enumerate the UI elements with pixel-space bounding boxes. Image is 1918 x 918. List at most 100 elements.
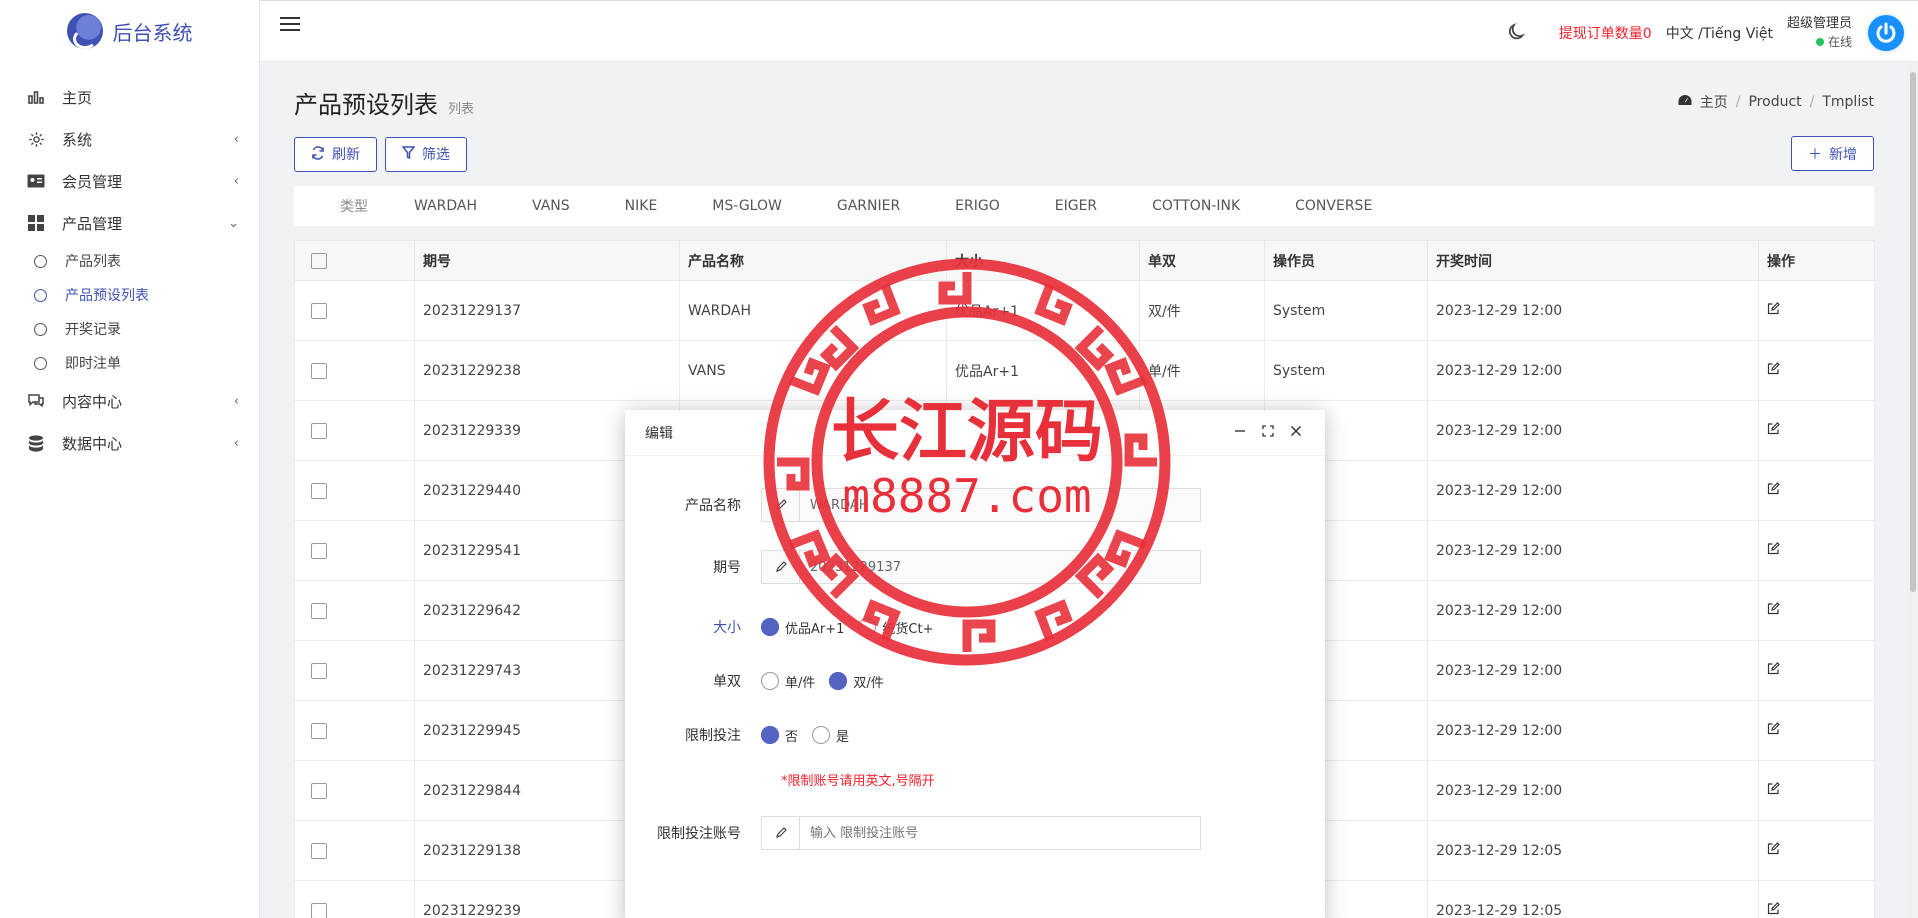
filter-button[interactable]: 筛选 <box>385 136 467 172</box>
refresh-button[interactable]: 刷新 <box>294 136 377 172</box>
product-submenu: 产品列表 产品预设列表 开奖记录 即时注单 <box>0 244 259 380</box>
col-header-product[interactable]: 产品名称 <box>679 240 947 281</box>
row-select-cell <box>294 280 415 341</box>
row-checkbox[interactable] <box>311 902 327 918</box>
size-radio-bulk[interactable]: 统货Ct+ <box>858 618 933 637</box>
col-header-operator[interactable]: 操作员 <box>1264 240 1428 281</box>
sidebar-item-home[interactable]: 主页 <box>0 76 259 118</box>
type-item[interactable]: GARNIER <box>837 198 900 214</box>
col-header-size[interactable]: 大小 <box>946 240 1140 281</box>
type-item[interactable]: ERIGO <box>955 198 1000 214</box>
row-checkbox[interactable] <box>311 842 327 859</box>
language-switch[interactable]: 中文 /Tiếng Việt <box>1666 23 1773 43</box>
cell-actions <box>1758 580 1875 641</box>
type-item[interactable]: CONVERSE <box>1295 198 1372 214</box>
odd-radio-single[interactable]: 单/件 <box>761 672 815 691</box>
cell-actions <box>1758 280 1875 341</box>
type-item[interactable]: WARDAH <box>414 198 477 214</box>
user-info[interactable]: 超级管理员 在线 <box>1787 15 1852 51</box>
sidebar-item-system[interactable]: 系统 ‹ <box>0 118 259 160</box>
period-field[interactable] <box>761 550 1201 584</box>
row-checkbox[interactable] <box>311 362 327 379</box>
type-item[interactable]: VANS <box>532 198 570 214</box>
page-scrollbar[interactable] <box>1908 62 1918 918</box>
edit-icon[interactable] <box>1767 662 1781 676</box>
sidebar-item-products[interactable]: 产品管理 ⌄ <box>0 202 259 244</box>
row-checkbox[interactable] <box>311 602 327 619</box>
grid-icon <box>26 213 46 233</box>
brand[interactable]: 后台系统 <box>0 0 259 62</box>
sidebar-item-data[interactable]: 数据中心 ‹ <box>0 422 259 464</box>
edit-icon[interactable] <box>1767 302 1781 316</box>
row-checkbox[interactable] <box>311 722 327 739</box>
close-icon[interactable] <box>1289 424 1303 438</box>
chevron-left-icon: ‹ <box>233 173 239 189</box>
row-select-cell <box>294 700 415 761</box>
edit-icon[interactable] <box>1767 602 1781 616</box>
chevron-left-icon: ‹ <box>233 435 239 451</box>
sidebar-item-label: 主页 <box>62 88 93 107</box>
sidebar-subitem-product-list[interactable]: 产品列表 <box>0 244 259 278</box>
form-row-limit: 限制投注 否 是 <box>625 725 863 745</box>
cell-period: 20231229137 <box>414 280 680 341</box>
type-item[interactable]: COTTON-INK <box>1152 198 1240 214</box>
col-header-draw-time[interactable]: 开奖时间 <box>1427 240 1759 281</box>
odd-radio-double[interactable]: 双/件 <box>829 672 884 691</box>
select-all-checkbox[interactable] <box>311 252 327 269</box>
circle-icon <box>34 288 47 302</box>
hamburger-menu-icon[interactable] <box>280 17 300 33</box>
type-item[interactable]: EIGER <box>1055 198 1097 214</box>
edit-icon[interactable] <box>1767 362 1781 376</box>
sidebar-item-members[interactable]: 会员管理 ‹ <box>0 160 259 202</box>
breadcrumb-home[interactable]: 主页 <box>1700 92 1728 112</box>
limit-account-field[interactable] <box>761 816 1201 850</box>
edit-icon[interactable] <box>1767 842 1781 856</box>
sidebar-subitem-product-preset[interactable]: 产品预设列表 <box>0 278 259 312</box>
row-checkbox[interactable] <box>311 542 327 559</box>
pencil-icon <box>762 489 800 521</box>
period-input[interactable] <box>800 552 1200 582</box>
edit-icon[interactable] <box>1767 782 1781 796</box>
limit-radio-no[interactable]: 否 <box>761 726 798 745</box>
row-checkbox[interactable] <box>311 662 327 679</box>
cell-actions <box>1758 640 1875 701</box>
col-header-period[interactable]: 期号 <box>414 240 680 281</box>
moon-icon[interactable] <box>1507 22 1529 44</box>
sidebar-subitem-draw-records[interactable]: 开奖记录 <box>0 312 259 346</box>
chevron-left-icon: ‹ <box>233 393 239 409</box>
edit-icon[interactable] <box>1767 902 1781 916</box>
sidebar-subitem-live-orders[interactable]: 即时注单 <box>0 346 259 380</box>
row-checkbox[interactable] <box>311 782 327 799</box>
power-icon[interactable] <box>1866 13 1906 53</box>
limit-radio-yes[interactable]: 是 <box>812 726 849 745</box>
scrollbar-thumb[interactable] <box>1910 72 1916 592</box>
edit-icon[interactable] <box>1767 482 1781 496</box>
sidebar-item-content[interactable]: 内容中心 ‹ <box>0 380 259 422</box>
edit-icon[interactable] <box>1767 542 1781 556</box>
refresh-label: 刷新 <box>332 146 360 162</box>
type-item[interactable]: NIKE <box>625 198 658 214</box>
table-row[interactable]: 20231229137 WARDAH 优品Ar+1 双/件 System 2023-12-… <box>294 280 1875 341</box>
bar-chart-icon <box>26 87 46 107</box>
table-row[interactable]: 20231229238 VANS 优品Ar+1 单/件 System 2023-12-29… <box>294 340 1875 401</box>
col-header-odd-even[interactable]: 单双 <box>1139 240 1265 281</box>
size-radio-premium[interactable]: 优品Ar+1 <box>761 618 844 637</box>
pencil-icon <box>762 551 800 583</box>
row-checkbox[interactable] <box>311 422 327 439</box>
maximize-icon[interactable] <box>1261 424 1275 438</box>
dashboard-icon <box>1678 94 1692 110</box>
minimize-icon[interactable] <box>1233 424 1247 438</box>
limit-account-input[interactable] <box>800 818 1200 848</box>
edit-icon[interactable] <box>1767 422 1781 436</box>
edit-icon[interactable] <box>1767 722 1781 736</box>
breadcrumb-product[interactable]: Product <box>1748 94 1801 110</box>
withdraw-orders-count[interactable]: 提现订单数量0 <box>1559 23 1652 43</box>
product-name-field[interactable] <box>761 488 1201 522</box>
add-button[interactable]: ＋ 新增 <box>1791 136 1874 171</box>
row-checkbox[interactable] <box>311 482 327 499</box>
product-name-input[interactable] <box>800 490 1200 520</box>
radio-checked-icon <box>761 618 779 636</box>
type-item[interactable]: MS-GLOW <box>712 198 782 214</box>
filter-label: 筛选 <box>422 146 450 162</box>
row-checkbox[interactable] <box>311 302 327 319</box>
